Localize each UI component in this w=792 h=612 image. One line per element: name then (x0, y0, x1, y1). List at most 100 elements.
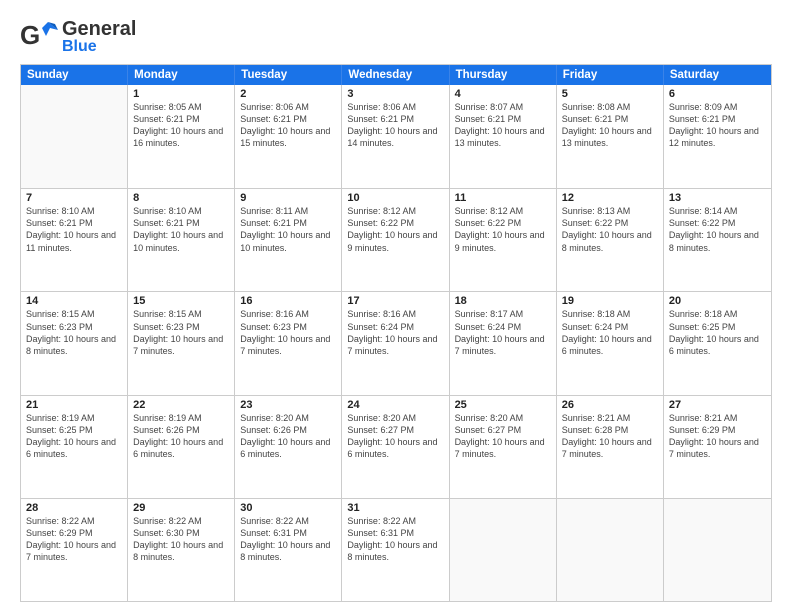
day-number: 14 (26, 295, 122, 307)
day-number: 15 (133, 295, 229, 307)
calendar-cell: 3Sunrise: 8:06 AM Sunset: 6:21 PM Daylig… (342, 85, 449, 188)
cell-info: Sunrise: 8:18 AM Sunset: 6:25 PM Dayligh… (669, 308, 766, 357)
calendar-week-3: 14Sunrise: 8:15 AM Sunset: 6:23 PM Dayli… (21, 291, 771, 394)
calendar-week-4: 21Sunrise: 8:19 AM Sunset: 6:25 PM Dayli… (21, 395, 771, 498)
day-number: 7 (26, 192, 122, 204)
calendar-cell: 26Sunrise: 8:21 AM Sunset: 6:28 PM Dayli… (557, 396, 664, 498)
cell-info: Sunrise: 8:05 AM Sunset: 6:21 PM Dayligh… (133, 101, 229, 150)
cell-info: Sunrise: 8:19 AM Sunset: 6:26 PM Dayligh… (133, 412, 229, 461)
cell-info: Sunrise: 8:06 AM Sunset: 6:21 PM Dayligh… (240, 101, 336, 150)
day-number: 12 (562, 192, 658, 204)
day-number: 5 (562, 88, 658, 100)
day-number: 19 (562, 295, 658, 307)
weekday-header-monday: Monday (128, 65, 235, 85)
calendar-cell: 10Sunrise: 8:12 AM Sunset: 6:22 PM Dayli… (342, 189, 449, 291)
calendar-cell: 6Sunrise: 8:09 AM Sunset: 6:21 PM Daylig… (664, 85, 771, 188)
cell-info: Sunrise: 8:22 AM Sunset: 6:31 PM Dayligh… (240, 515, 336, 564)
cell-info: Sunrise: 8:19 AM Sunset: 6:25 PM Dayligh… (26, 412, 122, 461)
day-number: 13 (669, 192, 766, 204)
day-number: 23 (240, 399, 336, 411)
calendar-cell: 12Sunrise: 8:13 AM Sunset: 6:22 PM Dayli… (557, 189, 664, 291)
page: G General Blue SundayMondayTuesdayWednes… (0, 0, 792, 612)
calendar-cell: 28Sunrise: 8:22 AM Sunset: 6:29 PM Dayli… (21, 499, 128, 601)
calendar-cell: 19Sunrise: 8:18 AM Sunset: 6:24 PM Dayli… (557, 292, 664, 394)
logo: G General Blue (20, 18, 136, 56)
calendar-cell: 15Sunrise: 8:15 AM Sunset: 6:23 PM Dayli… (128, 292, 235, 394)
cell-info: Sunrise: 8:14 AM Sunset: 6:22 PM Dayligh… (669, 205, 766, 254)
calendar-cell: 5Sunrise: 8:08 AM Sunset: 6:21 PM Daylig… (557, 85, 664, 188)
calendar-cell: 14Sunrise: 8:15 AM Sunset: 6:23 PM Dayli… (21, 292, 128, 394)
calendar-cell: 11Sunrise: 8:12 AM Sunset: 6:22 PM Dayli… (450, 189, 557, 291)
calendar-week-1: 1Sunrise: 8:05 AM Sunset: 6:21 PM Daylig… (21, 85, 771, 188)
calendar-cell (557, 499, 664, 601)
cell-info: Sunrise: 8:08 AM Sunset: 6:21 PM Dayligh… (562, 101, 658, 150)
calendar-cell: 7Sunrise: 8:10 AM Sunset: 6:21 PM Daylig… (21, 189, 128, 291)
day-number: 11 (455, 192, 551, 204)
cell-info: Sunrise: 8:20 AM Sunset: 6:27 PM Dayligh… (455, 412, 551, 461)
calendar-cell: 4Sunrise: 8:07 AM Sunset: 6:21 PM Daylig… (450, 85, 557, 188)
calendar-cell: 23Sunrise: 8:20 AM Sunset: 6:26 PM Dayli… (235, 396, 342, 498)
cell-info: Sunrise: 8:17 AM Sunset: 6:24 PM Dayligh… (455, 308, 551, 357)
cell-info: Sunrise: 8:10 AM Sunset: 6:21 PM Dayligh… (26, 205, 122, 254)
weekday-header-thursday: Thursday (450, 65, 557, 85)
calendar-cell: 22Sunrise: 8:19 AM Sunset: 6:26 PM Dayli… (128, 396, 235, 498)
day-number: 17 (347, 295, 443, 307)
logo-icon: G (20, 18, 58, 56)
calendar-cell: 16Sunrise: 8:16 AM Sunset: 6:23 PM Dayli… (235, 292, 342, 394)
day-number: 31 (347, 502, 443, 514)
cell-info: Sunrise: 8:11 AM Sunset: 6:21 PM Dayligh… (240, 205, 336, 254)
day-number: 16 (240, 295, 336, 307)
day-number: 6 (669, 88, 766, 100)
cell-info: Sunrise: 8:06 AM Sunset: 6:21 PM Dayligh… (347, 101, 443, 150)
calendar-cell: 29Sunrise: 8:22 AM Sunset: 6:30 PM Dayli… (128, 499, 235, 601)
cell-info: Sunrise: 8:20 AM Sunset: 6:26 PM Dayligh… (240, 412, 336, 461)
cell-info: Sunrise: 8:22 AM Sunset: 6:29 PM Dayligh… (26, 515, 122, 564)
calendar-cell: 24Sunrise: 8:20 AM Sunset: 6:27 PM Dayli… (342, 396, 449, 498)
cell-info: Sunrise: 8:16 AM Sunset: 6:24 PM Dayligh… (347, 308, 443, 357)
day-number: 27 (669, 399, 766, 411)
cell-info: Sunrise: 8:15 AM Sunset: 6:23 PM Dayligh… (26, 308, 122, 357)
calendar-cell: 31Sunrise: 8:22 AM Sunset: 6:31 PM Dayli… (342, 499, 449, 601)
cell-info: Sunrise: 8:10 AM Sunset: 6:21 PM Dayligh… (133, 205, 229, 254)
calendar-cell (21, 85, 128, 188)
calendar-cell (664, 499, 771, 601)
day-number: 26 (562, 399, 658, 411)
day-number: 22 (133, 399, 229, 411)
cell-info: Sunrise: 8:21 AM Sunset: 6:28 PM Dayligh… (562, 412, 658, 461)
calendar-week-5: 28Sunrise: 8:22 AM Sunset: 6:29 PM Dayli… (21, 498, 771, 601)
cell-info: Sunrise: 8:13 AM Sunset: 6:22 PM Dayligh… (562, 205, 658, 254)
cell-info: Sunrise: 8:15 AM Sunset: 6:23 PM Dayligh… (133, 308, 229, 357)
day-number: 18 (455, 295, 551, 307)
cell-info: Sunrise: 8:22 AM Sunset: 6:30 PM Dayligh… (133, 515, 229, 564)
cell-info: Sunrise: 8:16 AM Sunset: 6:23 PM Dayligh… (240, 308, 336, 357)
cell-info: Sunrise: 8:12 AM Sunset: 6:22 PM Dayligh… (347, 205, 443, 254)
cell-info: Sunrise: 8:20 AM Sunset: 6:27 PM Dayligh… (347, 412, 443, 461)
calendar-cell: 30Sunrise: 8:22 AM Sunset: 6:31 PM Dayli… (235, 499, 342, 601)
day-number: 30 (240, 502, 336, 514)
cell-info: Sunrise: 8:21 AM Sunset: 6:29 PM Dayligh… (669, 412, 766, 461)
calendar-cell: 2Sunrise: 8:06 AM Sunset: 6:21 PM Daylig… (235, 85, 342, 188)
svg-text:G: G (20, 20, 40, 50)
day-number: 3 (347, 88, 443, 100)
calendar-body: 1Sunrise: 8:05 AM Sunset: 6:21 PM Daylig… (21, 85, 771, 601)
logo-blue: Blue (62, 39, 136, 55)
calendar-cell: 18Sunrise: 8:17 AM Sunset: 6:24 PM Dayli… (450, 292, 557, 394)
weekday-header-wednesday: Wednesday (342, 65, 449, 85)
day-number: 24 (347, 399, 443, 411)
day-number: 9 (240, 192, 336, 204)
calendar-cell: 21Sunrise: 8:19 AM Sunset: 6:25 PM Dayli… (21, 396, 128, 498)
cell-info: Sunrise: 8:12 AM Sunset: 6:22 PM Dayligh… (455, 205, 551, 254)
calendar-cell: 27Sunrise: 8:21 AM Sunset: 6:29 PM Dayli… (664, 396, 771, 498)
day-number: 1 (133, 88, 229, 100)
day-number: 4 (455, 88, 551, 100)
day-number: 25 (455, 399, 551, 411)
calendar-cell: 8Sunrise: 8:10 AM Sunset: 6:21 PM Daylig… (128, 189, 235, 291)
calendar-cell: 9Sunrise: 8:11 AM Sunset: 6:21 PM Daylig… (235, 189, 342, 291)
day-number: 2 (240, 88, 336, 100)
day-number: 28 (26, 502, 122, 514)
header: G General Blue (20, 18, 772, 56)
day-number: 20 (669, 295, 766, 307)
calendar-cell: 1Sunrise: 8:05 AM Sunset: 6:21 PM Daylig… (128, 85, 235, 188)
calendar-cell: 20Sunrise: 8:18 AM Sunset: 6:25 PM Dayli… (664, 292, 771, 394)
cell-info: Sunrise: 8:22 AM Sunset: 6:31 PM Dayligh… (347, 515, 443, 564)
